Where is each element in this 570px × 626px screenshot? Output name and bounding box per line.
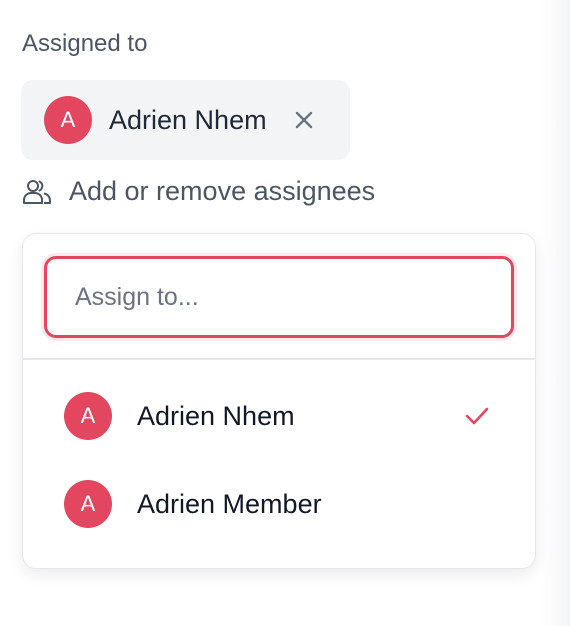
users-icon [23, 179, 52, 204]
assignee-chip: A Adrien Nhem [21, 80, 350, 160]
divider [23, 358, 535, 360]
option-name: Adrien Nhem [137, 400, 295, 431]
assignee-name: Adrien Nhem [109, 104, 267, 135]
add-remove-assignees-button[interactable]: Add or remove assignees [22, 176, 375, 207]
assign-search-input[interactable] [44, 256, 514, 338]
option-adrien-nhem[interactable]: A Adrien Nhem [23, 376, 535, 456]
option-adrien-member[interactable]: A Adrien Member [23, 464, 535, 544]
avatar: A [64, 392, 112, 440]
assigned-to-label: Assigned to [22, 30, 148, 57]
close-icon [295, 111, 312, 129]
check-icon [465, 407, 489, 425]
assignee-dropdown: A Adrien Nhem A Adrien Member [22, 233, 536, 569]
remove-assignee-button[interactable] [289, 105, 319, 135]
avatar: A [44, 96, 92, 144]
avatar: A [64, 480, 112, 528]
right-edge-shade [540, 0, 570, 626]
add-remove-assignees-label: Add or remove assignees [69, 176, 376, 206]
option-name: Adrien Member [137, 488, 322, 519]
